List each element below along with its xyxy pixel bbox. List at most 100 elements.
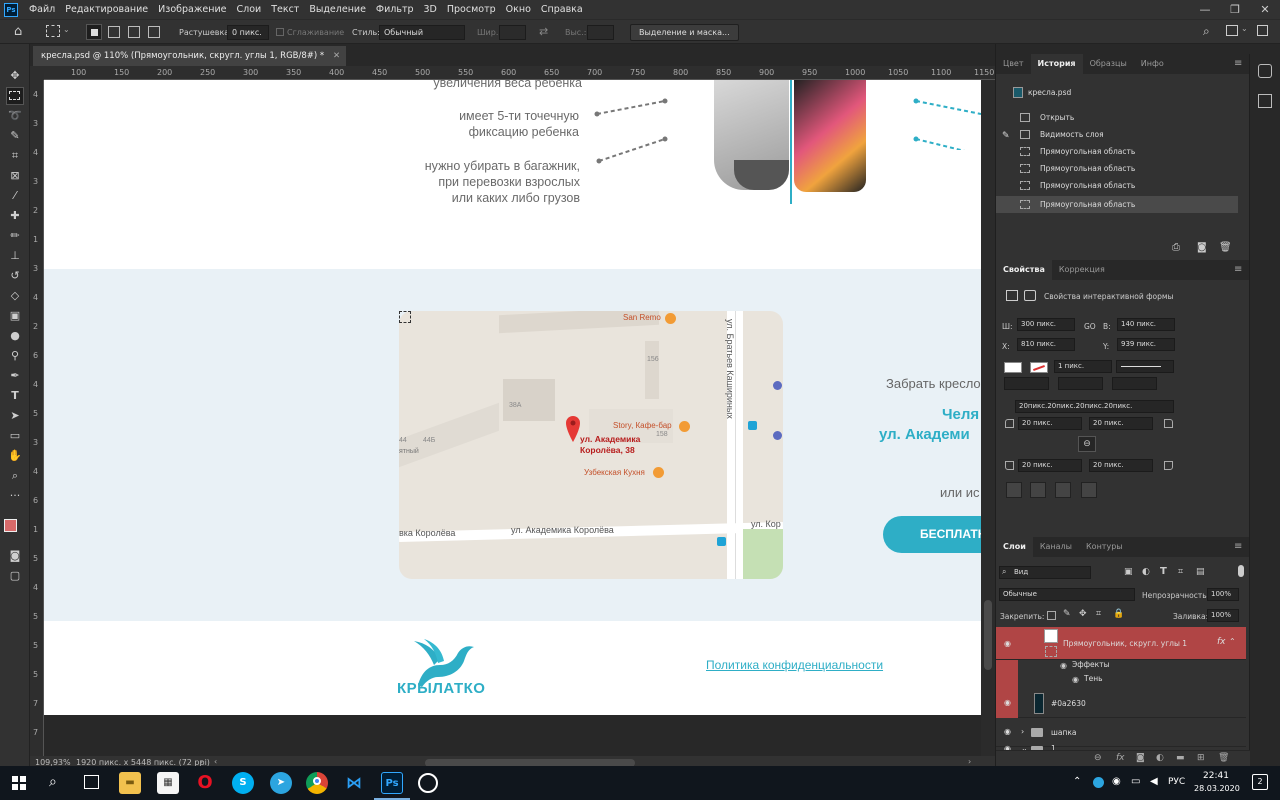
tab-layers[interactable]: Слои [996,537,1033,557]
libraries-icon[interactable] [1258,94,1272,108]
menu-text[interactable]: Текст [266,4,304,15]
learn-icon[interactable] [1258,64,1272,78]
document-canvas[interactable]: увеличения веса ребенка имеет 5-ти точеч… [44,80,981,715]
search-icon[interactable]: ⌕ [1203,24,1210,39]
width-field[interactable]: 300 пикс. [1017,318,1075,331]
link-layers-icon[interactable]: ⊖ [1094,753,1102,763]
menu-select[interactable]: Выделение [304,4,371,15]
menu-3d[interactable]: 3D [419,4,442,15]
tab-channels[interactable]: Каналы [1033,537,1079,557]
zoom-tool-icon[interactable]: ⌕ [7,468,23,484]
healing-brush-icon[interactable]: ✚ [7,208,23,224]
cafe-icon[interactable] [679,421,690,432]
tray-app-icon[interactable]: ◉ [1112,776,1121,787]
privacy-link[interactable]: Политика конфиденциальности [706,658,883,672]
lock-all-icon[interactable]: 🔒 [1113,609,1124,619]
clock-date[interactable]: 28.03.2020 [1194,784,1240,793]
shop-icon[interactable] [773,431,782,440]
path-select-icon[interactable]: ➤ [7,408,23,424]
share-icon[interactable] [1257,25,1268,36]
add-mask-icon[interactable]: ◙ [1136,753,1145,763]
chevron-up-icon[interactable]: ⌃ [1229,637,1236,646]
chevron-down-icon[interactable]: ⌄ [63,25,70,34]
link-corners-icon[interactable]: ⊖ [1078,436,1096,452]
eyedropper-icon[interactable]: ⁄ [7,188,23,204]
map-pin-icon[interactable] [565,415,581,443]
photoshop-logo-icon[interactable]: Ps [4,2,18,17]
panel-menu-icon[interactable]: ≡ [1234,264,1242,275]
shop-icon[interactable] [773,381,782,390]
layer-name[interactable]: Прямоугольник, скругл. углы 1 [1063,639,1187,648]
layer-row[interactable]: ◉ #0a2630 [996,689,1246,718]
x-field[interactable]: 810 пикс. [1017,338,1075,351]
blend-mode-select[interactable]: Обычные [999,588,1135,601]
camera-icon[interactable]: ◙ [1197,242,1207,253]
style-select[interactable]: Обычный [379,25,465,40]
menu-help[interactable]: Справка [536,4,588,15]
clock-app-icon[interactable] [418,773,438,793]
free-cta-button[interactable]: БЕСПЛАТН [883,516,981,553]
move-tool-icon[interactable]: ✥ [7,68,23,84]
menu-edit[interactable]: Редактирование [60,4,153,15]
marquee-tool-icon[interactable] [46,25,60,37]
menu-image[interactable]: Изображение [153,4,231,15]
menu-layers[interactable]: Слои [231,4,266,15]
new-selection-icon[interactable] [86,24,102,40]
filter-shape-icon[interactable]: ⌗ [1178,567,1183,577]
language-indicator[interactable]: РУС [1168,777,1185,787]
document-tab[interactable]: кресла.psd @ 110% (Прямоугольник, скругл… [33,46,347,66]
trash-icon[interactable]: 🗑 [1219,242,1232,253]
stroke-type-select[interactable] [1116,360,1174,373]
layer-name[interactable]: #0a2630 [1051,699,1086,708]
menu-view[interactable]: Просмотр [442,4,501,15]
filter-toggle[interactable] [1238,565,1244,577]
radius-all-field[interactable]: 20пикс.20пикс.20пикс.20пикс. [1015,400,1174,413]
feather-input[interactable]: 0 пикс. [227,25,269,40]
opacity-field[interactable]: 100% [1207,588,1239,601]
minimize-icon[interactable]: — [1190,0,1220,19]
height-input[interactable] [587,25,614,40]
filter-pixel-icon[interactable]: ▣ [1124,567,1133,577]
swap-icon[interactable]: ⇄ [539,25,548,38]
select-and-mask-button[interactable]: Выделение и маска... [630,24,739,41]
history-item-current[interactable]: Прямоугольная область [996,196,1238,213]
telegram-icon[interactable]: ➤ [270,772,292,794]
map-block[interactable]: ул. Братьев Кашириных ул. Академика Коро… [399,311,783,579]
eye-icon[interactable]: ◉ [1004,640,1014,648]
quick-mask-icon[interactable]: ◙ [7,548,23,564]
lock-image-icon[interactable]: ✎ [1063,609,1071,619]
radius-tr-field[interactable]: 20 пикс. [1089,417,1153,430]
radius-tl-field[interactable]: 20 пикс. [1018,417,1082,430]
history-item[interactable]: ✎ Видимость слоя [996,126,1238,143]
poi-uzbek[interactable]: Узбекская Кухня [584,468,645,477]
eraser-tool-icon[interactable]: ◇ [7,288,23,304]
history-snapshot[interactable]: кресла.psd [996,84,1238,101]
new-group-icon[interactable]: ▬ [1176,753,1185,763]
stroke-caps-select[interactable] [1058,377,1103,390]
menu-file[interactable]: Файл [24,4,60,15]
rectangular-marquee-icon[interactable] [6,87,24,105]
pen-tool-icon[interactable]: ✒ [7,368,23,384]
stamp-tool-icon[interactable]: ⊥ [7,248,23,264]
close-icon[interactable]: ✕ [1250,0,1280,19]
new-layer-icon[interactable]: ⊞ [1197,753,1205,763]
menu-window[interactable]: Окно [501,4,536,15]
close-tab-icon[interactable]: ✕ [333,46,340,66]
lock-artboard-icon[interactable]: ⌗ [1096,609,1101,619]
gradient-tool-icon[interactable]: ▣ [7,308,23,324]
vertical-scroll-thumb[interactable] [984,600,992,670]
scroll-right-icon[interactable]: › [968,757,971,766]
new-document-from-state-icon[interactable]: ⎙ [1172,242,1180,253]
path-exclude-icon[interactable] [1081,482,1097,498]
vertical-scrollbar[interactable] [981,80,995,756]
add-selection-icon[interactable] [108,26,120,38]
intersect-selection-icon[interactable] [148,26,160,38]
eye-icon[interactable]: ◉ [1004,728,1014,736]
antialias-checkbox[interactable] [276,28,284,36]
radius-br-field[interactable]: 20 пикс. [1089,459,1153,472]
tab-properties[interactable]: Свойства [996,260,1052,280]
chevron-down-icon[interactable]: ⌄ [1241,24,1248,33]
blur-tool-icon[interactable]: ● [7,328,23,344]
subtract-selection-icon[interactable] [128,26,140,38]
stroke-corners-select[interactable] [1112,377,1157,390]
